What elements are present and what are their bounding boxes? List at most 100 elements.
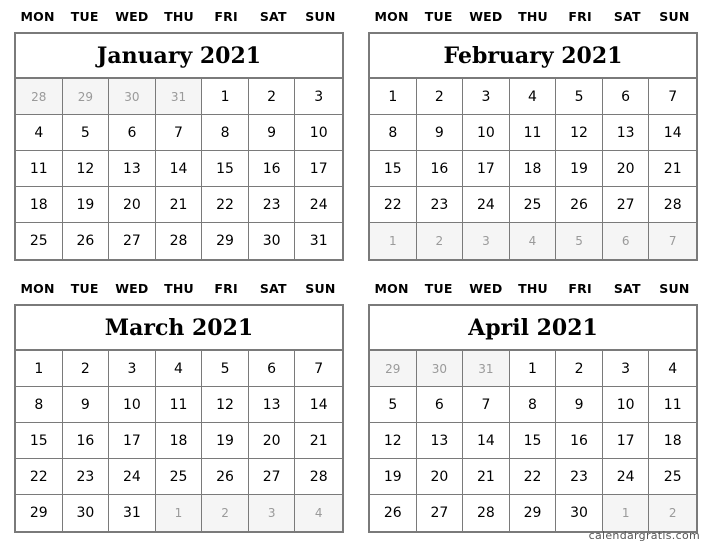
day-cell: 16: [62, 423, 110, 459]
month-title: January 2021: [16, 34, 342, 79]
day-cell: 24: [463, 187, 510, 223]
weekday-header: MON TUE WED THU FRI SAT SUN: [14, 0, 344, 32]
day-cell: 25: [509, 187, 557, 223]
day-cell: 25: [155, 459, 203, 495]
weekday-label: MON: [20, 280, 55, 296]
day-cell: 24: [109, 459, 156, 495]
month-box: April 2021 29 30 31 1 2 3 4 5 6 7 8 9 10 11 12 13 14 15 16…: [368, 304, 698, 533]
day-cell: 15: [370, 151, 417, 187]
day-cell: 24: [295, 187, 342, 223]
weekday-label: WED: [115, 280, 149, 296]
day-cell: 6: [248, 351, 296, 387]
day-cell-adjacent-month: 3: [463, 223, 510, 259]
day-cell: 2: [62, 351, 110, 387]
day-cell: 12: [62, 151, 110, 187]
day-cell: 12: [556, 115, 603, 151]
day-cell: 28: [649, 187, 696, 223]
day-cell: 23: [62, 459, 110, 495]
day-cell: 6: [109, 115, 156, 151]
day-cell-adjacent-month: 3: [248, 495, 296, 531]
day-cell: 8: [370, 115, 417, 151]
day-cell: 18: [649, 423, 696, 459]
weekday-label: THU: [518, 8, 548, 24]
day-cell: 27: [109, 223, 156, 259]
day-grid: 1 2 3 4 5 6 7 8 9 10 11 12 13 14 15 16 17 18 19 20 21 22 23 24 2…: [16, 351, 342, 531]
day-cell: 21: [463, 459, 510, 495]
day-cell: 1: [509, 351, 557, 387]
month-title: March 2021: [16, 306, 342, 351]
day-cell: 1: [202, 79, 249, 115]
day-cell: 16: [248, 151, 296, 187]
day-cell: 9: [62, 387, 110, 423]
day-cell-adjacent-month: 31: [155, 79, 203, 115]
day-cell: 29: [510, 495, 557, 531]
day-cell: 29: [16, 495, 63, 531]
day-cell-adjacent-month: 4: [509, 223, 557, 259]
day-cell: 22: [370, 187, 417, 223]
day-cell: 1: [16, 351, 63, 387]
day-cell: 14: [649, 115, 696, 151]
day-cell: 8: [202, 115, 249, 151]
day-cell: 16: [556, 423, 603, 459]
day-cell-adjacent-month: 30: [109, 79, 156, 115]
day-cell: 3: [602, 351, 650, 387]
day-cell: 14: [295, 387, 342, 423]
day-cell: 6: [602, 79, 650, 115]
calendar-march: MON TUE WED THU FRI SAT SUN March 2021 1234567…: [14, 272, 344, 533]
weekday-label: THU: [518, 280, 548, 296]
day-cell: 19: [202, 423, 249, 459]
day-cell: 13: [248, 387, 296, 423]
day-cell: 18: [509, 151, 557, 187]
day-cell: 5: [556, 79, 603, 115]
day-grid: 29 30 31 1 2 3 4 5 6 7 8 9 10 11 12 13 14 15 16 17 18 19 20 21 2…: [370, 351, 696, 531]
weekday-label: FRI: [214, 280, 238, 296]
day-cell: 13: [416, 423, 464, 459]
day-cell: 2: [248, 79, 296, 115]
day-cell: 4: [16, 115, 63, 151]
day-cell-adjacent-month: 6: [602, 223, 650, 259]
day-cell: 10: [109, 387, 156, 423]
day-cell: 21: [649, 151, 696, 187]
day-cell: 8: [16, 387, 63, 423]
day-cell-adjacent-month: 30: [416, 351, 464, 387]
day-cell: 25: [16, 223, 63, 259]
watermark: calendargratis.com: [588, 529, 700, 542]
day-cell: 29: [202, 223, 249, 259]
weekday-label: TUE: [70, 280, 99, 296]
weekday-label: SUN: [305, 280, 336, 296]
day-cell: 28: [295, 459, 342, 495]
day-cell: 2: [416, 79, 464, 115]
day-cell: 11: [16, 151, 63, 187]
day-cell: 23: [556, 459, 603, 495]
weekday-header: MON TUE WED THU FRI SAT SUN: [14, 272, 344, 304]
day-cell: 3: [295, 79, 342, 115]
day-cell: 28: [156, 223, 203, 259]
day-cell-adjacent-month: 1: [155, 495, 203, 531]
weekday-label: SUN: [659, 8, 690, 24]
day-cell: 3: [109, 351, 156, 387]
day-cell: 5: [202, 351, 249, 387]
day-cell: 15: [202, 151, 249, 187]
weekday-label: SAT: [613, 280, 641, 296]
weekday-label: SAT: [613, 8, 641, 24]
day-cell: 31: [109, 495, 156, 531]
weekday-label: FRI: [214, 8, 238, 24]
day-cell: 31: [309, 233, 328, 249]
weekday-label: THU: [164, 8, 194, 24]
month-box: February 2021 1 2 3 4 5 6 7 8 9 10 11 12 13 14 15 16 17 1…: [368, 32, 698, 261]
day-cell: 19: [62, 187, 110, 223]
day-cell: 27: [248, 459, 296, 495]
day-cell: 14: [463, 423, 510, 459]
day-cell: 21: [155, 187, 203, 223]
day-cell: 11: [509, 115, 557, 151]
day-cell: 14: [155, 151, 203, 187]
day-cell: 11: [649, 387, 696, 423]
calendar-january: MON TUE WED THU FRI SAT SUN January 2021 28 29 3…: [14, 0, 344, 261]
day-cell: 22: [16, 459, 63, 495]
day-cell: 28: [463, 495, 510, 531]
day-cell: 13: [109, 151, 156, 187]
day-cell: 22: [509, 459, 557, 495]
day-cell: 8: [509, 387, 557, 423]
month-title: April 2021: [370, 306, 696, 351]
day-cell: 5: [62, 115, 110, 151]
